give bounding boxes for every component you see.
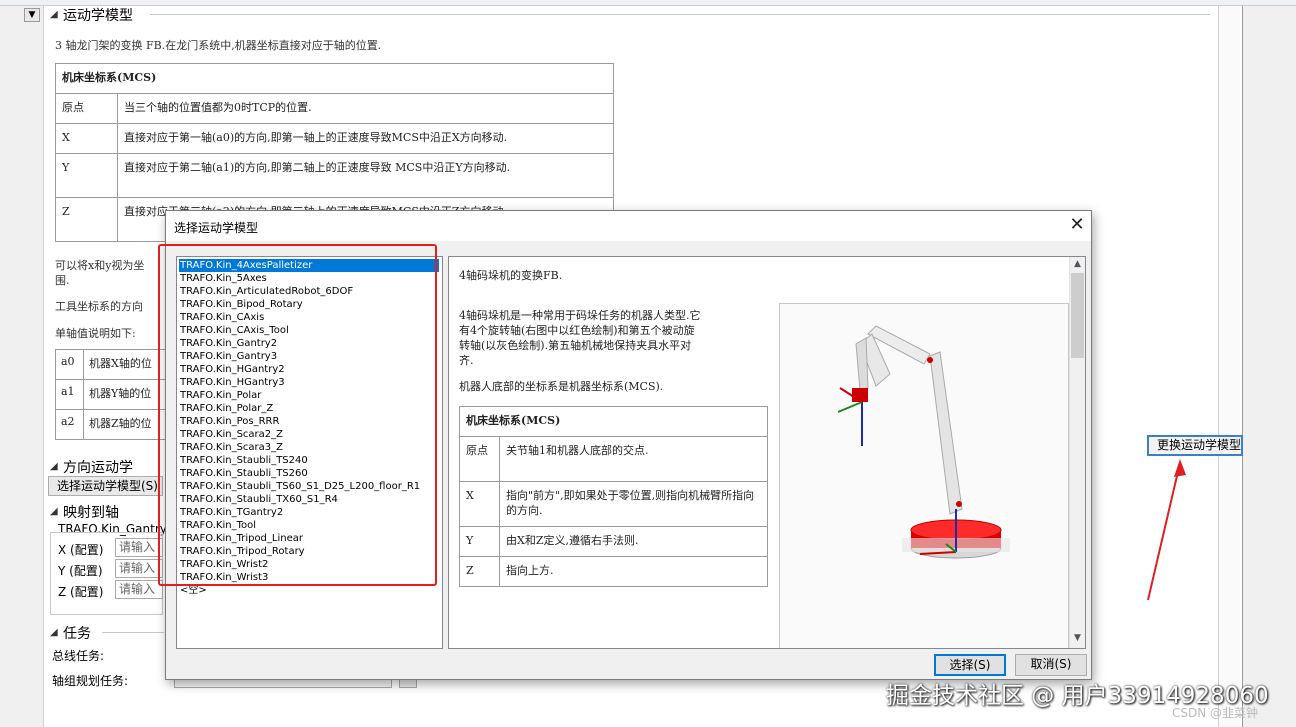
- model-description-pane: 4轴码垛机的变换FB. 4轴码垛机是一种常用于码垛任务的机器人类型.它 有4个旋…: [448, 256, 1086, 649]
- close-icon[interactable]: ✕: [1066, 215, 1088, 237]
- mcs-value: 直接对应于第二轴(a1)的方向,即第二轴上的正速度导致 MCS中沿正Y方向移动.: [117, 153, 614, 198]
- left-gutter: [0, 6, 44, 727]
- expand-arrow-icon[interactable]: ◢: [50, 461, 58, 472]
- group-task-label: 轴组规划任务:: [52, 674, 129, 688]
- desc-value: 由X和Z定义,遵循右手法则.: [499, 526, 768, 557]
- desc-value: 关节轴1和机器人底部的交点.: [499, 436, 768, 482]
- mcs-table-header: 机床坐标系(MCS): [55, 63, 614, 94]
- mcs-value: 当三个轴的位置值都为0时TCP的位置.: [117, 93, 614, 124]
- axis-values-table: a0 机器X轴的位 a1 机器Y轴的位 a2 机器Z轴的位: [55, 349, 174, 440]
- axis-key: a0: [55, 349, 84, 380]
- cancel-button[interactable]: 取消(S): [1015, 654, 1087, 676]
- y-config-label: Y (配置): [58, 564, 103, 578]
- section-divider: [102, 632, 164, 633]
- z-config-input[interactable]: 请输入: [115, 580, 163, 599]
- scroll-up-icon[interactable]: ▲: [1069, 259, 1085, 269]
- para-axis-values: 单轴值说明如下:: [55, 327, 136, 340]
- x-config-label: X (配置): [58, 543, 104, 557]
- desc-line: 4轴码垛机是一种常用于码垛任务的机器人类型.它: [459, 309, 701, 322]
- desc-mcs-table: 机床坐标系(MCS) 原点 关节轴1和机器人底部的交点. X 指向"前方",即如果处…: [459, 406, 768, 587]
- annotation-highlight-box: [158, 244, 437, 586]
- para-coords: 可以将x和y视为坐: [55, 259, 145, 272]
- right-side-pane: [1242, 6, 1296, 727]
- section-mapping-to-axes: 映射到轴: [63, 505, 119, 521]
- desc-table-header: 机床坐标系(MCS): [459, 406, 768, 437]
- select-button[interactable]: 选择(S): [934, 654, 1006, 676]
- palletizer-robot-image: [779, 303, 1069, 648]
- intro-text: 3 轴龙门架的变换 FB.在龙门系统中,机器坐标直接对应于轴的位置.: [55, 39, 382, 52]
- desc-line: 齐.: [459, 354, 474, 367]
- y-config-input[interactable]: 请输入: [115, 559, 163, 578]
- mcs-key: Z: [55, 197, 118, 242]
- desc-paragraph: 4轴码垛机是一种常用于码垛任务的机器人类型.它 有4个旋转轴(右图中以红色绘制)…: [459, 308, 769, 368]
- scroll-down-icon[interactable]: ▼: [1069, 633, 1085, 643]
- section-kinematics-model: 运动学模型: [63, 8, 133, 24]
- bus-task-label: 总线任务:: [52, 649, 105, 663]
- mcs-key: 原点: [55, 93, 118, 124]
- desc-key: Z: [459, 556, 500, 587]
- change-kinematics-model-button[interactable]: 更换运动学模型: [1147, 435, 1243, 456]
- expand-arrow-icon[interactable]: ◢: [50, 506, 58, 517]
- x-config-input[interactable]: 请输入: [115, 538, 163, 557]
- mcs-key: Y: [55, 153, 118, 198]
- mcs-value: 直接对应于第一轴(a0)的方向,即第一轴上的正速度导致MCS中沿正X方向移动.: [117, 123, 614, 154]
- desc-key: X: [459, 481, 500, 527]
- section-orientation-kinematics: 方向运动学: [63, 460, 133, 476]
- desc-scrollbar-thumb[interactable]: [1071, 273, 1084, 358]
- section-divider: [150, 14, 1210, 15]
- collapse-toggle-icon[interactable]: ▼: [24, 8, 40, 22]
- desc-paragraph-2: 机器人底部的坐标系是机器坐标系(MCS).: [459, 380, 664, 393]
- dialog-titlebar: [166, 211, 1091, 241]
- desc-value: 指向"前方",即如果处于零位置,则指向机械臂所指向的方向.: [499, 481, 768, 527]
- desc-value: 指向上方.: [499, 556, 768, 587]
- expand-arrow-icon[interactable]: ◢: [50, 627, 58, 638]
- desc-line: 有4个旋转轴(右图中以红色绘制)和第五个被动旋: [459, 324, 695, 337]
- annotation-arrow-icon: [1147, 459, 1186, 601]
- mcs-key: X: [55, 123, 118, 154]
- axis-key: a1: [55, 379, 84, 410]
- expand-arrow-icon[interactable]: ◢: [50, 9, 58, 20]
- para-coords-cont: 围.: [55, 274, 70, 287]
- desc-heading: 4轴码垛机的变换FB.: [459, 269, 563, 282]
- desc-key: Y: [459, 526, 500, 557]
- main-scrollbar[interactable]: [1218, 6, 1240, 727]
- dialog-title: 选择运动学模型: [174, 221, 259, 235]
- select-kinematics-model-bar[interactable]: 选择运动学模型(S): [48, 476, 163, 496]
- desc-line: 转轴(以灰色绘制).第五轴机械地保持夹具水平对: [459, 339, 692, 352]
- desc-key: 原点: [459, 436, 500, 482]
- top-tab-strip: [0, 0, 1296, 6]
- z-config-label: Z (配置): [58, 585, 104, 599]
- section-task: 任务: [63, 626, 91, 642]
- axis-key: a2: [55, 409, 84, 440]
- para-tool-coords: 工具坐标系的方向: [55, 300, 143, 313]
- watermark-small-text: CSDN @韭菜钟: [1172, 706, 1259, 720]
